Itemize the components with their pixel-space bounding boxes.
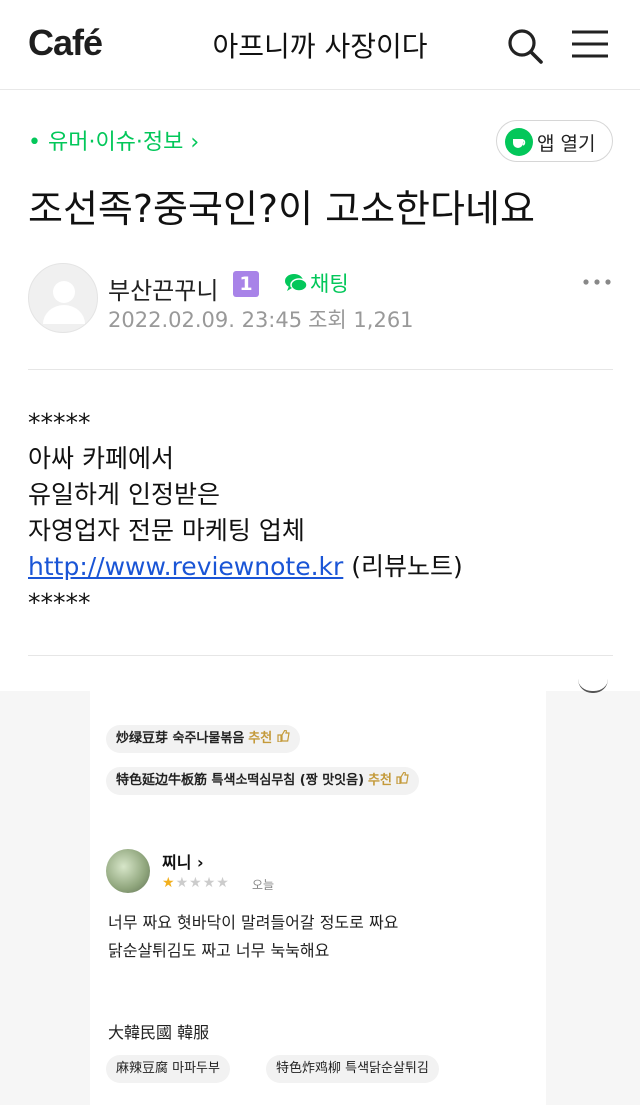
review-card: 炒绿豆芽 숙주나물볶음 추천 特色延边牛板筋 특색소떡심무침 (짱 맛잇음) 추천 … xyxy=(90,691,546,1105)
post-date: 2022.02.09. 23:45 xyxy=(108,308,303,332)
star-empty-icon: ★ xyxy=(202,875,217,891)
app-open-label: 앱 열기 xyxy=(537,133,596,155)
body-link-line: http://www.reviewnote.kr (리뷰노트) xyxy=(28,549,463,585)
search-button[interactable] xyxy=(503,24,547,68)
chat-icon xyxy=(285,274,308,292)
search-icon xyxy=(508,29,543,64)
author-name[interactable]: 부산끈꾸니 xyxy=(108,271,218,306)
reviewer-avatar xyxy=(106,849,150,893)
chat-button[interactable]: 채팅 xyxy=(284,268,349,298)
header-divider xyxy=(28,369,613,370)
thumbs-up-icon xyxy=(277,729,290,743)
review-tagline: 大韓民國 韓服 xyxy=(108,1023,210,1042)
member-level-badge: 1 xyxy=(233,271,259,297)
star-rating: ★★★★★ xyxy=(162,875,230,891)
review-line: 너무 짜요 혓바닥이 말려들어갈 정도로 짜요 xyxy=(108,913,399,932)
avatar-placeholder-icon xyxy=(43,281,85,324)
dish-name: 特色延边牛板筋 특색소떡심무침 (짱 맛잇음) xyxy=(116,773,365,788)
review-date: 오늘 xyxy=(252,878,275,892)
reviewer-name: 찌니 › xyxy=(162,853,204,872)
recommend-label: 추천 xyxy=(368,773,392,788)
article-title: 조선족?중국인?이 고소한다네요 xyxy=(28,187,535,231)
more-options-button[interactable] xyxy=(578,268,618,296)
article-meta: 2022.02.09. 23:45 조회 1,261 xyxy=(108,304,414,334)
review-line: 닭순살튀김도 짜고 너무 눅눅해요 xyxy=(108,941,330,960)
body-line: ***** xyxy=(28,588,91,617)
top-bar: Café 아프니까 사장이다 xyxy=(0,0,640,90)
dish-name: 炒绿豆芽 숙주나물볶음 xyxy=(116,731,245,746)
menu-button[interactable] xyxy=(568,24,612,68)
dish-chip: 特色炸鸡柳 특색닭순살튀김 xyxy=(266,1055,439,1083)
dish-chip: 特色延边牛板筋 특색소떡심무침 (짱 맛잇음) 추천 xyxy=(106,767,420,795)
body-line: 유일하게 인정받은 xyxy=(28,480,220,509)
dish-chip: 麻辣豆腐 마파두부 xyxy=(106,1055,230,1083)
view-count: 조회 1,261 xyxy=(308,308,414,332)
dish-chip: 炒绿豆芽 숙주나물볶음 추천 xyxy=(106,725,300,753)
body-line: ***** xyxy=(28,408,91,437)
thumbs-up-icon xyxy=(396,771,410,785)
more-icon xyxy=(583,279,611,285)
reviewnote-link[interactable]: http://www.reviewnote.kr xyxy=(28,552,343,581)
body-line: 자영업자 전문 마케팅 업체 xyxy=(28,516,305,545)
body-divider xyxy=(28,655,613,656)
star-empty-icon: ★ xyxy=(175,875,190,891)
recommend-label: 추천 xyxy=(248,731,273,746)
chat-label: 채팅 xyxy=(310,272,349,296)
link-suffix: (리뷰노트) xyxy=(343,552,463,581)
body-line: 아싸 카페에서 xyxy=(28,444,174,473)
app-open-button[interactable]: 앱 열기 xyxy=(496,120,613,162)
post-body: ***** 아싸 카페에서 유일하게 인정받은 자영업자 전문 마케팅 업체 h… xyxy=(28,405,463,621)
review-text: 너무 짜요 혓바닥이 말려들어갈 정도로 짜요 닭순살튀김도 짜고 너무 눅눅해… xyxy=(108,909,398,965)
star-empty-icon: ★ xyxy=(216,875,230,891)
star-empty-icon: ★ xyxy=(189,875,203,891)
embedded-review-image: 炒绿豆芽 숙주나물볶음 추천 特色延边牛板筋 특색소떡심무침 (짱 맛잇음) 추천 … xyxy=(0,691,640,1105)
board-link[interactable]: • 유머·이슈·정보 › xyxy=(28,124,199,156)
scroll-indicator xyxy=(578,679,608,693)
author-avatar[interactable] xyxy=(28,263,98,333)
menu-icon xyxy=(572,30,608,58)
star-filled-icon: ★ xyxy=(162,875,176,891)
cafe-app-icon xyxy=(505,128,533,156)
